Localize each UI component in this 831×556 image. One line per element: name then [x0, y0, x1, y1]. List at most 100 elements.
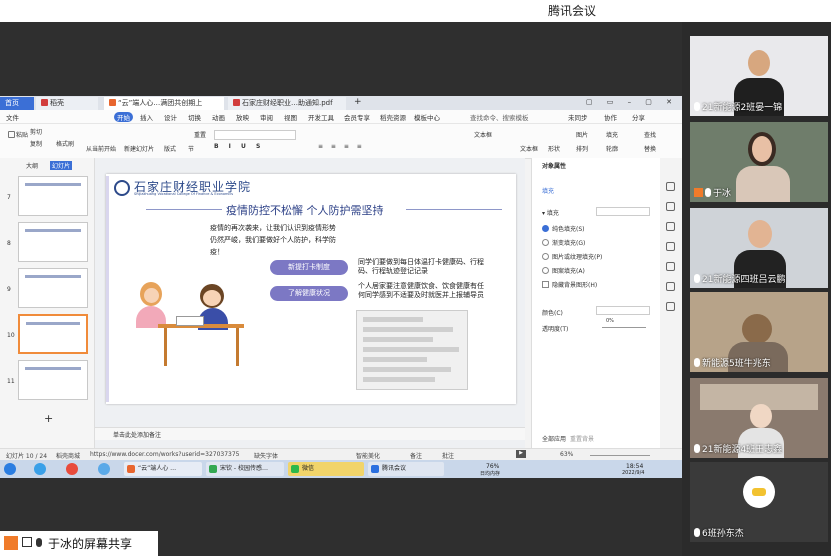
tab-pdf[interactable]: 石家庄财经职业…助通知.pdf	[228, 97, 346, 110]
fill-label: 填充	[606, 132, 619, 139]
browser-icon[interactable]	[34, 463, 46, 475]
option-picture-fill[interactable]: 图片或纹理填充(P)	[542, 252, 602, 261]
font-style-buttons[interactable]: B I U S	[214, 143, 264, 150]
video-tile[interactable]: 21新能源4班王志鑫	[690, 378, 828, 458]
cut-button[interactable]: 剪切	[30, 127, 42, 136]
copy-button[interactable]: 复制	[30, 139, 42, 148]
tab-slides[interactable]: 幻灯片	[50, 161, 73, 170]
menu-design[interactable]: 设计	[164, 112, 177, 122]
share-tool-icon[interactable]	[666, 262, 675, 271]
settings-tool-icon[interactable]	[666, 302, 675, 311]
add-slide-button[interactable]: +	[44, 412, 53, 425]
task-browser[interactable]: 宋钦 - 校园传感…	[206, 462, 284, 476]
shape-tool-icon[interactable]	[666, 222, 675, 231]
shape-button[interactable]: 形状	[548, 144, 560, 153]
window-controls[interactable]: ▢ ▭ – ▢ ✕	[586, 98, 678, 106]
collage-line	[363, 347, 459, 352]
smart-beautify-button[interactable]: 智能美化	[356, 451, 380, 460]
reset-button[interactable]: 重置	[194, 130, 206, 139]
backup-tool-icon[interactable]	[666, 242, 675, 251]
tab-presentation[interactable]: “云”端人心…满团共创期上	[104, 97, 224, 110]
format-painter-button[interactable]: 格式刷	[56, 139, 74, 148]
video-tile[interactable]: 新能源5班牛兆东	[690, 292, 828, 372]
video-tile[interactable]: 6班孙东杰	[690, 462, 828, 542]
mic-icon	[36, 538, 42, 547]
mic-icon	[694, 102, 700, 111]
video-tile[interactable]: 于冰	[690, 122, 828, 202]
fill-section-header[interactable]: ▾ 填充	[542, 208, 559, 217]
menu-file[interactable]: 文件	[6, 112, 19, 122]
start-button-icon[interactable]	[4, 463, 16, 475]
menu-slideshow[interactable]: 放映	[236, 112, 249, 122]
menu-docer-resources[interactable]: 稻壳资源	[380, 112, 406, 122]
paragraph-buttons[interactable]: ≡ ≡ ≡ ≡	[318, 143, 365, 150]
task-tencent-meeting[interactable]: 腾讯会议	[368, 462, 444, 476]
pane-tab-fill[interactable]: 填充	[542, 186, 554, 195]
color-picker[interactable]	[596, 306, 650, 315]
picture-button[interactable]: 图片	[576, 130, 588, 139]
option-hide-background[interactable]: 隐藏背景图形(H)	[542, 280, 597, 289]
menu-animation[interactable]: 动画	[212, 112, 225, 122]
option-gradient-fill[interactable]: 渐变填充(G)	[542, 238, 585, 247]
option-pattern-fill[interactable]: 图案填充(A)	[542, 266, 585, 275]
current-slide[interactable]: 石家庄财经职业学院 Shijiazhuang Vocational Colleg…	[106, 174, 516, 404]
sync-status[interactable]: 未同步	[568, 112, 588, 122]
textbox-button[interactable]: 文本框	[474, 130, 492, 139]
app-icon[interactable]	[98, 463, 110, 475]
paste-button[interactable]: 粘贴	[8, 130, 28, 139]
slide-thumbnail[interactable]	[18, 222, 88, 262]
transparency-slider[interactable]	[602, 327, 646, 328]
zoom-slider[interactable]	[590, 455, 650, 456]
slide-thumbnail[interactable]	[18, 360, 88, 400]
tab-docer[interactable]: 稻壳	[36, 97, 98, 110]
menu-vip[interactable]: 会员专享	[344, 112, 370, 122]
task-wechat[interactable]: 微信	[288, 462, 364, 476]
textbox-insert-button[interactable]: 文本框	[520, 144, 538, 153]
animation-tool-icon[interactable]	[666, 202, 675, 211]
reset-background-button[interactable]: 重置背景	[570, 434, 594, 443]
fill-button[interactable]: 填充	[606, 130, 618, 139]
section-button[interactable]: 节	[188, 144, 194, 153]
menu-start[interactable]: 开始	[114, 112, 133, 122]
option-label: 图片或纹理填充(P)	[552, 254, 603, 261]
tab-home[interactable]: 首页	[0, 97, 34, 110]
font-name-select[interactable]	[214, 130, 296, 140]
fill-dropdown[interactable]	[596, 207, 650, 216]
menu-templates[interactable]: 模板中心	[414, 112, 440, 122]
property-tool-icon[interactable]	[666, 182, 675, 191]
video-tile[interactable]: 21新能源四班吕云鹏	[690, 208, 828, 288]
tab-outline[interactable]: 大纲	[26, 161, 38, 170]
menu-devtools[interactable]: 开发工具	[308, 112, 334, 122]
menu-review[interactable]: 审阅	[260, 112, 273, 122]
replace-button[interactable]: 替换	[644, 144, 656, 153]
collage-line	[363, 377, 435, 382]
share-button[interactable]: 分享	[632, 112, 645, 122]
collab-button[interactable]: 协作	[604, 112, 617, 122]
slide-thumbnail[interactable]	[18, 176, 88, 216]
play-icon[interactable]: ▶	[516, 450, 526, 458]
help-tool-icon[interactable]	[666, 282, 675, 291]
video-tile[interactable]: 21新能源2班晏一锦	[690, 36, 828, 116]
task-wps[interactable]: “云”端人心 …	[124, 462, 202, 476]
memory-percent: 76%	[486, 463, 500, 470]
find-button[interactable]: 查找	[644, 130, 656, 139]
missing-font-button[interactable]: 缺失字体	[254, 451, 278, 460]
notes-area[interactable]: 单击此处添加备注	[95, 427, 525, 440]
apply-all-button[interactable]: 全部应用	[542, 434, 566, 443]
notes-toggle-button[interactable]: 备注	[410, 451, 422, 460]
new-slide-button[interactable]: 新建幻灯片	[124, 144, 154, 153]
command-search[interactable]: 查找命令、搜索模板	[470, 112, 529, 122]
menu-transition[interactable]: 切换	[188, 112, 201, 122]
arrange-button[interactable]: 排列	[576, 144, 588, 153]
chrome-icon[interactable]	[66, 463, 78, 475]
layout-button[interactable]: 版式	[164, 144, 176, 153]
play-from-current-button[interactable]: 从当前开始	[86, 144, 116, 153]
menu-view[interactable]: 视图	[284, 112, 297, 122]
slide-thumbnail-selected[interactable]	[18, 314, 88, 354]
new-tab-button[interactable]: +	[354, 97, 362, 107]
option-solid-fill[interactable]: 纯色填充(S)	[542, 224, 585, 233]
menu-insert[interactable]: 插入	[140, 112, 153, 122]
slide-thumbnail[interactable]	[18, 268, 88, 308]
outline-button[interactable]: 轮廓	[606, 144, 618, 153]
comment-button[interactable]: 批注	[442, 451, 454, 460]
